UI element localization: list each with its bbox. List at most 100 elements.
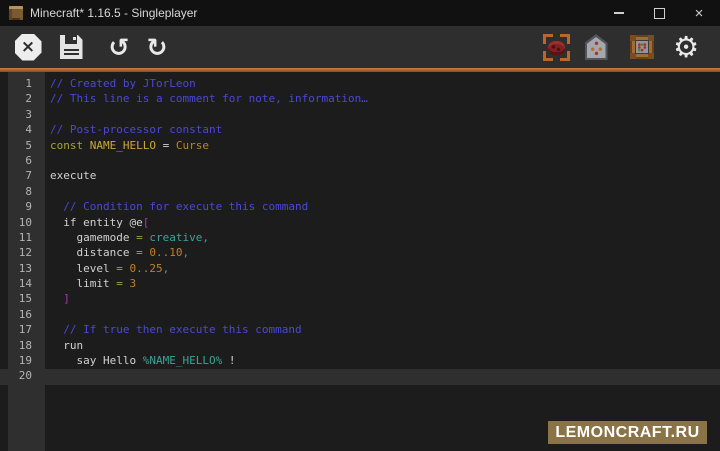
line-number: 5 (8, 138, 45, 153)
code-line[interactable] (50, 368, 720, 383)
close-icon: × (695, 6, 704, 21)
code-line[interactable]: limit = 3 (50, 276, 720, 291)
code-token: limit (50, 277, 116, 290)
save-button[interactable] (58, 26, 84, 68)
code-line[interactable] (50, 153, 720, 168)
code-token: ! (222, 354, 235, 367)
code-token: distance (50, 246, 136, 259)
window-title: Minecraft* 1.16.5 - Singleplayer (30, 0, 197, 26)
gutter[interactable]: 1234567891011121314151617181920 (8, 72, 45, 451)
code-token: if entity @e (50, 216, 143, 229)
code-token: 0..10 (149, 246, 182, 259)
octagon-x-icon: × (15, 34, 42, 61)
code-token: = (156, 139, 176, 152)
command-frame-button[interactable] (629, 26, 654, 68)
code-line[interactable] (50, 184, 720, 199)
code-token: [ (143, 216, 150, 229)
redstone-dust-icon (543, 34, 570, 61)
code-line[interactable]: gamemode = creative, (50, 230, 720, 245)
code-token: 0..25 (129, 262, 162, 275)
line-number: 9 (8, 199, 45, 214)
line-number: 18 (8, 338, 45, 353)
code-line[interactable]: // This line is a comment for note, info… (50, 91, 720, 106)
code-line[interactable]: // If true then execute this command (50, 322, 720, 337)
line-number: 12 (8, 245, 45, 260)
code-line[interactable]: ] (50, 291, 720, 306)
cancel-button[interactable]: × (14, 26, 42, 68)
line-number: 6 (8, 153, 45, 168)
line-number: 3 (8, 107, 45, 122)
code-line[interactable]: level = 0..25, (50, 261, 720, 276)
minecraft-app-icon (9, 6, 23, 20)
code-line[interactable]: // Post-processor constant (50, 122, 720, 137)
floppy-line (64, 49, 79, 51)
structure-button[interactable] (584, 26, 608, 68)
minimize-button[interactable] (598, 0, 640, 26)
code-token: = (136, 246, 143, 259)
code-token: // This line is a comment for note, info… (50, 92, 368, 105)
code-token: , (182, 246, 189, 259)
redo-button[interactable]: ↻ (143, 26, 171, 68)
code-token: , (163, 262, 170, 275)
minimize-icon (614, 12, 624, 14)
line-number: 17 (8, 322, 45, 337)
command-frame-icon (630, 35, 654, 59)
shield-icon (585, 34, 608, 60)
code-token (50, 292, 63, 305)
code-token: ] (63, 292, 70, 305)
code-token: execute (50, 169, 96, 182)
close-button[interactable]: × (678, 0, 720, 26)
code-line[interactable]: const NAME_HELLO = Curse (50, 138, 720, 153)
code-token: const (50, 139, 83, 152)
code-line[interactable]: distance = 0..10, (50, 245, 720, 260)
code-token: = (116, 262, 123, 275)
code-line[interactable] (50, 307, 720, 322)
code-token: 3 (129, 277, 136, 290)
maximize-icon (654, 8, 665, 19)
code-lines[interactable]: // Created by JTorLeon // This line is a … (50, 72, 720, 384)
code-token: = (136, 231, 143, 244)
code-token: run (50, 339, 83, 352)
toolbar: × ↺ ↻ (0, 26, 720, 68)
gear-icon: ⚙ (673, 33, 699, 62)
redstone-select-button[interactable] (542, 26, 570, 68)
redstone-pile (548, 41, 565, 55)
code-token: // If true then execute this command (50, 323, 302, 336)
line-number: 14 (8, 276, 45, 291)
maximize-button[interactable] (638, 0, 680, 26)
code-token: // Created by JTorLeon (50, 77, 196, 90)
shield-face (587, 37, 606, 58)
undo-icon: ↺ (109, 35, 130, 60)
watermark-text: LEMONCRAFT.RU (555, 424, 699, 442)
line-number: 19 (8, 353, 45, 368)
code-token: creative, (149, 231, 209, 244)
code-line[interactable]: if entity @e[ (50, 215, 720, 230)
code-token: say Hello (50, 354, 143, 367)
redo-icon: ↻ (147, 35, 168, 60)
code-line[interactable]: // Created by JTorLeon (50, 76, 720, 91)
line-number: 20 (8, 368, 45, 383)
code-line[interactable]: say Hello %NAME_HELLO% ! (50, 353, 720, 368)
code-line[interactable]: // Condition for execute this command (50, 199, 720, 214)
settings-button[interactable]: ⚙ (671, 26, 701, 68)
editor-area[interactable]: 1234567891011121314151617181920 // Creat… (0, 72, 720, 451)
line-number: 2 (8, 91, 45, 106)
code-token: Curse (176, 139, 209, 152)
code-token: // Post-processor constant (50, 123, 222, 136)
code-line[interactable] (50, 107, 720, 122)
line-number: 8 (8, 184, 45, 199)
floppy-dot (73, 37, 76, 40)
floppy-line (64, 53, 79, 55)
watermark-badge: LEMONCRAFT.RU (548, 421, 707, 444)
code-token (83, 139, 90, 152)
code-line[interactable]: run (50, 338, 720, 353)
code-line[interactable]: execute (50, 168, 720, 183)
line-number: 16 (8, 307, 45, 322)
code-token: // Condition for execute this command (50, 200, 308, 213)
code-token: gamemode (50, 231, 136, 244)
line-number: 11 (8, 230, 45, 245)
code-token: = (116, 277, 123, 290)
undo-button[interactable]: ↺ (105, 26, 133, 68)
code-token: level (50, 262, 116, 275)
title-bar: Minecraft* 1.16.5 - Singleplayer × (0, 0, 720, 26)
